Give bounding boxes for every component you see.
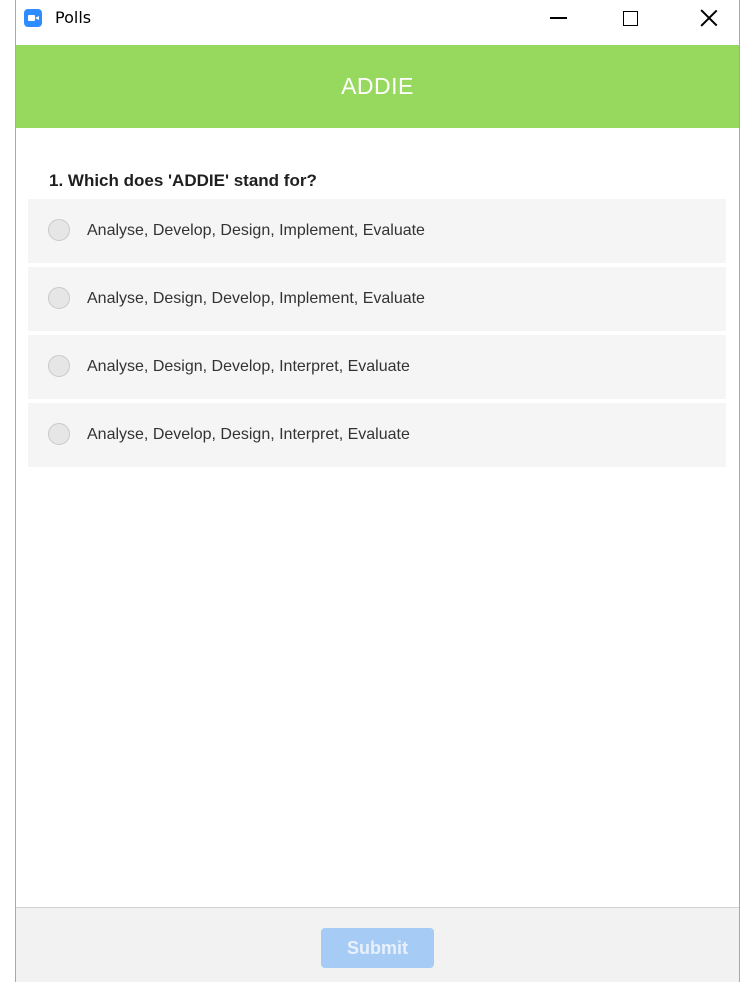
radio-button[interactable] (48, 423, 70, 445)
radio-button[interactable] (48, 219, 70, 241)
window-title: Polls (55, 8, 92, 27)
maximize-button[interactable] (607, 0, 653, 36)
footer-bar: Submit (16, 907, 739, 982)
radio-button[interactable] (48, 355, 70, 377)
answer-option[interactable]: Analyse, Develop, Design, Interpret, Eva… (28, 403, 726, 467)
title-bar[interactable]: Polls (16, 0, 739, 40)
submit-button[interactable]: Submit (321, 928, 434, 968)
minimize-button[interactable] (535, 0, 581, 36)
close-icon (700, 9, 718, 27)
radio-button[interactable] (48, 287, 70, 309)
question-text: 1. Which does 'ADDIE' stand for? (49, 171, 317, 190)
answer-option-label: Analyse, Design, Develop, Implement, Eva… (87, 290, 425, 307)
minimize-icon (549, 17, 567, 19)
close-button[interactable] (686, 0, 732, 36)
answer-option-label: Analyse, Design, Develop, Interpret, Eva… (87, 358, 410, 375)
answer-option[interactable]: Analyse, Design, Develop, Interpret, Eva… (28, 335, 726, 399)
poll-title: ADDIE (341, 73, 414, 99)
polls-window: Polls ADDIE 1. Which does 'ADDIE' stand … (15, 0, 740, 982)
poll-header: ADDIE (16, 45, 739, 128)
answer-option[interactable]: Analyse, Design, Develop, Implement, Eva… (28, 267, 726, 331)
maximize-icon (622, 10, 638, 26)
answer-option-label: Analyse, Develop, Design, Interpret, Eva… (87, 426, 410, 443)
zoom-camera-icon (24, 9, 42, 27)
answer-option[interactable]: Analyse, Develop, Design, Implement, Eva… (28, 199, 726, 263)
answer-option-label: Analyse, Develop, Design, Implement, Eva… (87, 222, 425, 239)
answer-options: Analyse, Develop, Design, Implement, Eva… (28, 199, 726, 471)
